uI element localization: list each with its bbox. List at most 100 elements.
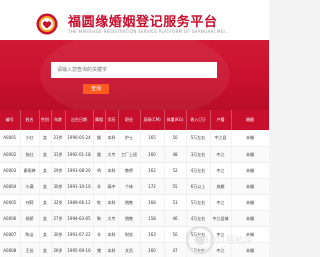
site-logo-icon[interactable] [36, 13, 58, 35]
table-cell: 小满 [20, 178, 40, 195]
table-cell: 1992-01-18 [65, 146, 94, 163]
table-cell: 羊 [93, 178, 106, 195]
table-column-header: 出生日期 [65, 110, 94, 130]
table-cell: 猴 [93, 146, 106, 163]
table-column-header: 户籍 [210, 110, 232, 130]
table-cell: 1990-05-24 [65, 130, 94, 147]
table-cell: 未婚 [231, 130, 269, 147]
table-cell: A0006 [0, 210, 21, 227]
table-row[interactable]: A0001 小红女 23岁 1990-05-24 猴本科 护士 165 50 5万左右 中江县 未婚 [0, 130, 269, 147]
table-column-header: 体重(KG) [164, 110, 187, 130]
table-cell: 销售 [118, 194, 141, 211]
table-column-header: 职业 [118, 110, 141, 130]
table-cell: 女 [39, 146, 52, 163]
table-cell: 165 [140, 130, 165, 147]
table-cell: 6万以上 [186, 178, 211, 195]
table-column-header: 年龄 [51, 110, 66, 130]
table-cell: 中江 [210, 146, 232, 163]
table-cell: 本科 [105, 162, 119, 179]
site-header: 福圆缘婚姻登记服务平台 THE MARRIAGE REGISTRATION SE… [0, 0, 269, 40]
table-cell: 未婚 [231, 194, 269, 211]
table-column-header: 姓名 [20, 110, 40, 130]
table-cell: 猪 [93, 242, 106, 257]
table-column-header: 编号 [0, 110, 21, 130]
table-cell: 26岁 [51, 242, 66, 257]
table-cell: 4万左右 [186, 162, 211, 179]
table-cell: 女 [39, 162, 52, 179]
table-cell: 女 [39, 242, 52, 257]
table-cell: 鸡 [93, 162, 106, 179]
table-cell: 5万左右 [186, 130, 211, 147]
table-cell: 本科 [105, 194, 119, 211]
table-cell: 32岁 [51, 194, 66, 211]
table-cell: 未婚 [231, 178, 269, 195]
footer-brand-text: 0401导航库 [203, 236, 253, 246]
table-cell: 1991-10-10 [65, 178, 94, 195]
table-cell: 羊 [93, 226, 106, 243]
table-cell: 1995-09-16 [65, 242, 94, 257]
table-cell: 本科 [105, 130, 119, 147]
table-column-header: 属相 [93, 110, 106, 130]
table-cell: 教师 [118, 162, 141, 179]
table-row[interactable]: A0003 谢雨婷女 29岁 1993-08-20 鸡本科 教师 162 52 4万左右 中江 未婚 [0, 162, 269, 179]
table-cell: 女 [39, 226, 52, 243]
table-cell: 未婚 [231, 210, 269, 227]
table-cell: A0007 [0, 226, 21, 243]
table-column-header: 婚姻 [231, 110, 269, 130]
table-cell: 27岁 [51, 210, 66, 227]
table-cell: A0004 [0, 178, 21, 195]
table-cell: 刘莉 [20, 194, 40, 211]
table-cell: 张红 [20, 146, 40, 163]
table-cell: 55 [164, 178, 187, 195]
table-cell: 谢雨婷 [20, 162, 40, 179]
table-cell: 30岁 [51, 226, 66, 243]
search-input[interactable] [51, 62, 217, 78]
table-cell: 本科 [105, 242, 119, 257]
table-cell: A0005 [0, 194, 21, 211]
search-button[interactable]: 查询 [83, 84, 109, 94]
table-cell: 大专 [105, 146, 119, 163]
table-row[interactable]: A0002 张红女 31岁 1992-01-18 猴大专 工厂上班 160 48 3万左右 中江未… [0, 146, 269, 163]
table-cell: 50 [164, 226, 187, 243]
table-cell: A0001 [0, 130, 21, 147]
table-cell: 160 [140, 146, 165, 163]
table-cell: 本科 [105, 226, 119, 243]
table-cell: 中江县 [210, 130, 232, 147]
table-cell: 女 [39, 210, 52, 227]
table-cell: 个体 [118, 178, 141, 195]
table-column-header: 收入(万) [186, 110, 211, 130]
table-cell: 护士 [118, 130, 141, 147]
table-cell: 销售 [118, 210, 141, 227]
table-cell: 47 [164, 242, 187, 257]
table-cell: 大专 [105, 210, 119, 227]
table-cell: 中江县城 [210, 210, 232, 227]
table-cell: 3万左右 [186, 146, 211, 163]
table-cell: 文员 [118, 242, 141, 257]
table-cell: A0008 [0, 242, 21, 257]
table-cell: 中江 [210, 162, 232, 179]
table-row[interactable]: A0005 刘莉女 32岁 1989-06-12 蛇本科 销售 168 53 5万左右 中江 未婚 [0, 194, 269, 211]
site-title[interactable]: 福圆缘婚姻登记服务平台 [68, 11, 218, 30]
table-cell: 50 [164, 130, 187, 147]
table-cell: A0002 [0, 146, 21, 163]
table-cell: 未婚 [231, 146, 269, 163]
table-cell: 工厂上班 [118, 146, 141, 163]
table-cell: 中江 [210, 194, 232, 211]
table-cell: 29岁 [51, 162, 66, 179]
table-cell: 1994-03-05 [65, 210, 94, 227]
table-cell: 160 [140, 242, 165, 257]
table-column-header: 性别 [39, 110, 52, 130]
table-cell: 高中 [105, 178, 119, 195]
table-cell: A0003 [0, 162, 21, 179]
table-row[interactable]: A0004 小满女 30岁 1991-10-10 羊高中 个体 172 55 6万以上 成都 未婚 [0, 178, 269, 195]
table-cell: 52 [164, 162, 187, 179]
table-cell: 168 [140, 194, 165, 211]
table-cell: 158 [140, 210, 165, 227]
table-cell: 163 [140, 226, 165, 243]
site-subtitle: THE MARRIAGE REGISTRATION SERVICE PLATFO… [68, 29, 230, 34]
table-cell: 31岁 [51, 146, 66, 163]
table-cell: 1993-08-20 [65, 162, 94, 179]
table-cell: 162 [140, 162, 165, 179]
table-cell: 4万左右 [186, 210, 211, 227]
table-row[interactable]: A0006 胡娇女 27岁 1994-03-05 狗大专 销售 158 46 4万左右 中江县城未… [0, 210, 269, 227]
